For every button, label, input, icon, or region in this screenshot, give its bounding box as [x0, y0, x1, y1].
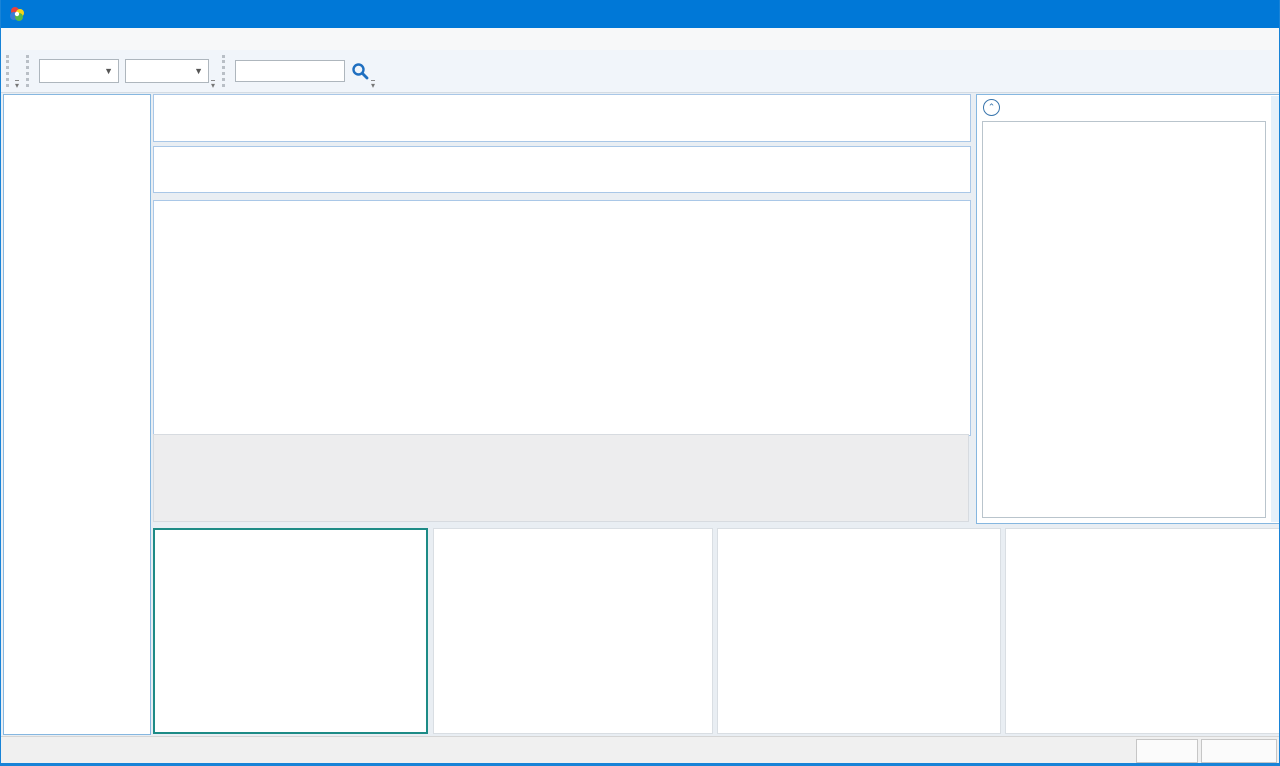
reflectance-panel[interactable]: [717, 528, 1001, 734]
toolbar-drag-handle[interactable]: [6, 55, 9, 87]
toolbar-drag-handle[interactable]: [26, 55, 29, 87]
search-icon[interactable]: [351, 62, 369, 80]
gamut-panel[interactable]: [1005, 528, 1280, 734]
dab-dl-scatter-panel[interactable]: [153, 528, 428, 734]
toolbar-overflow-icon[interactable]: ▾: [211, 80, 215, 89]
minimize-button[interactable]: [1141, 0, 1187, 28]
search-input[interactable]: [235, 60, 345, 82]
app-window: ▾ ▼ ▼ ▾ ▾ ⌃: [0, 0, 1280, 766]
deab-trend-panel[interactable]: [433, 528, 713, 734]
menubar: [1, 28, 1279, 51]
table-empty-area: [153, 434, 969, 522]
auto-mode-button[interactable]: [1136, 739, 1198, 763]
collapse-chevron-icon[interactable]: ⌃: [983, 99, 1000, 116]
illuminant-select[interactable]: ▼: [125, 59, 209, 83]
tolerance-table: [153, 94, 971, 142]
app-logo-icon: [9, 6, 25, 22]
titlebar: [1, 0, 1279, 28]
standard-table: [153, 146, 971, 193]
statusbar: [1, 736, 1279, 766]
workspace: ⌃: [1, 92, 1280, 736]
status-extra-button[interactable]: [1201, 739, 1277, 763]
samples-table-container: [153, 200, 971, 436]
toolbar-overflow-icon[interactable]: ▾: [15, 80, 19, 89]
toolbar: ▾ ▼ ▼ ▾ ▾: [1, 50, 1279, 93]
close-button[interactable]: [1233, 0, 1279, 28]
toolbar-overflow-icon[interactable]: ▾: [371, 80, 375, 89]
color-diff-panel: ⌃: [976, 94, 1280, 524]
sample-tree: [3, 94, 151, 735]
mode-select[interactable]: ▼: [39, 59, 119, 83]
chevron-down-icon: ▼: [99, 66, 118, 76]
chevron-down-icon: ▼: [189, 66, 208, 76]
color-diff-content: [982, 121, 1266, 518]
right-panel-scrollbar[interactable]: [1271, 96, 1279, 522]
toolbar-drag-handle[interactable]: [222, 55, 225, 87]
maximize-button[interactable]: [1187, 0, 1233, 28]
